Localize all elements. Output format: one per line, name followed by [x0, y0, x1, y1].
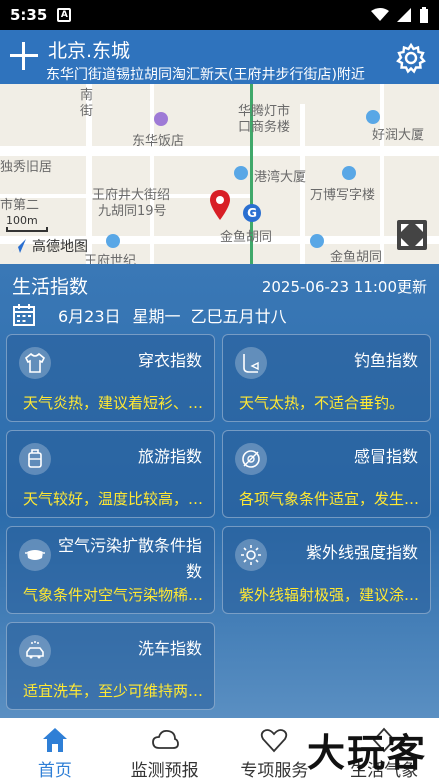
add-city-button[interactable]	[10, 42, 38, 70]
poi-marker	[310, 234, 324, 248]
index-card-car-wash[interactable]: 洗车指数 适宜洗车，至少可维持两天。	[6, 622, 215, 710]
card-title: 空气污染扩散条件指数	[57, 536, 202, 581]
battery-icon	[420, 7, 428, 23]
life-index-section: 生活指数 2025-06-23 11:00更新 6月23日 星期一 乙巳五月廿八…	[0, 264, 439, 718]
map-provider-label: 高德地图	[32, 239, 88, 255]
status-time: 5:35	[10, 6, 48, 24]
card-description: 紫外线辐射极强，建议涂擦SPF20以上、PA++的防晒护肤品。	[239, 586, 420, 604]
travel-icon	[19, 443, 51, 475]
signal-icon	[397, 8, 411, 22]
sun-icon	[235, 539, 267, 571]
heart-icon	[261, 729, 288, 753]
map-label: 街	[80, 104, 94, 119]
card-title: 钓鱼指数	[353, 351, 418, 370]
card-title: 紫外线强度指数	[305, 543, 418, 562]
index-card-air-pollution[interactable]: 空气污染扩散条件指数 气象条件对空气污染物稀释、扩散和清除无明显影响。	[6, 526, 215, 614]
map-label: 口商务楼	[238, 120, 291, 135]
map-label: 万博写字楼	[310, 188, 376, 203]
map-label: 九胡同19号	[98, 204, 167, 219]
gear-icon[interactable]	[395, 42, 427, 74]
card-title: 穿衣指数	[137, 351, 202, 370]
card-description: 天气炎热，建议着短衫、短裙、短裤、薄型T恤衫等清凉夏季服装。	[23, 394, 204, 412]
nav-monitor-forecast[interactable]: 监测预报	[110, 718, 220, 782]
date-row: 6月23日 星期一 乙巳五月廿八	[12, 302, 287, 328]
app-header: 北京.东城 东华门街道锡拉胡同淘汇新天(王府井步行街店)附近	[0, 30, 439, 84]
notification-icon: A	[57, 8, 72, 22]
nav-home[interactable]: 首页	[0, 718, 110, 782]
map-label: 港湾大厦	[254, 170, 307, 185]
navigation-arrow-icon	[12, 239, 26, 253]
index-card-uv[interactable]: 紫外线强度指数 紫外线辐射极强，建议涂擦SPF20以上、PA++的防晒护肤品。	[222, 526, 431, 614]
map-label: 市第二	[0, 198, 40, 213]
card-description: 天气较好，温度比较高，还是比较适宜旅游的。	[23, 490, 204, 508]
location-map[interactable]: 南 街 东华饭店 华腾灯市 口商务楼 好润大厦 独秀旧居 港湾大厦 万博写字楼 …	[0, 84, 439, 264]
card-description: 天气太热，不适合垂钓。	[239, 394, 405, 412]
calendar-icon	[13, 304, 35, 326]
metro-station-icon: G	[243, 204, 261, 222]
home-icon	[42, 728, 67, 752]
location-address: 东华门街道锡拉胡同淘汇新天(王府井步行街店)附近	[46, 67, 365, 83]
map-label: 好润大厦	[372, 128, 425, 143]
poi-marker	[366, 110, 380, 124]
card-description: 适宜洗车，至少可维持两天。	[23, 682, 204, 700]
section-title: 生活指数	[12, 276, 89, 298]
poi-marker	[234, 166, 248, 180]
map-label: 金鱼胡同	[330, 250, 383, 264]
fishing-icon	[235, 347, 267, 379]
map-label: 王府世纪	[84, 254, 137, 264]
status-bar: 5:35 A	[0, 0, 439, 30]
index-card-fishing[interactable]: 钓鱼指数 天气太热，不适合垂钓。	[222, 334, 431, 422]
card-description: 各项气象条件适宜，发生感冒机率较低。	[239, 490, 420, 508]
index-card-clothing[interactable]: 穿衣指数 天气炎热，建议着短衫、短裙、短裤、薄型T恤衫等清凉夏季服装。	[6, 334, 215, 422]
weekday-label: 星期一	[132, 307, 181, 326]
card-description: 气象条件对空气污染物稀释、扩散和清除无明显影响。	[23, 586, 204, 604]
poi-marker	[154, 112, 168, 126]
car-wash-icon	[19, 635, 51, 667]
card-title: 感冒指数	[353, 447, 418, 466]
card-title: 洗车指数	[137, 639, 202, 658]
index-card-cold[interactable]: 感冒指数 各项气象条件适宜，发生感冒机率较低。	[222, 430, 431, 518]
update-time: 2025-06-23 11:00更新	[261, 278, 427, 296]
location-pin-icon	[210, 190, 230, 220]
fullscreen-icon[interactable]	[397, 220, 427, 250]
watermark-text: 大玩客	[306, 731, 427, 775]
cloud-icon	[151, 729, 179, 749]
cold-icon	[235, 443, 267, 475]
shirt-icon	[19, 347, 51, 379]
nav-label: 监测预报	[130, 761, 199, 781]
map-scale: 100m	[6, 214, 48, 232]
map-label: 金鱼胡同	[220, 230, 273, 245]
poi-marker	[106, 234, 120, 248]
map-label: 东华饭店	[132, 134, 185, 149]
map-provider: 高德地图	[10, 236, 88, 256]
mask-icon	[19, 539, 51, 571]
lunar-date-label: 乙巳五月廿八	[190, 307, 287, 326]
scale-label: 100m	[6, 214, 38, 227]
nav-label: 首页	[37, 761, 72, 781]
map-label: 独秀旧居	[0, 160, 53, 175]
index-card-travel[interactable]: 旅游指数 天气较好，温度比较高，还是比较适宜旅游的。	[6, 430, 215, 518]
card-title: 旅游指数	[137, 447, 202, 466]
poi-marker	[342, 166, 356, 180]
city-name: 北京.东城	[48, 40, 131, 62]
wifi-icon	[371, 8, 389, 21]
date-label: 6月23日	[58, 307, 121, 326]
